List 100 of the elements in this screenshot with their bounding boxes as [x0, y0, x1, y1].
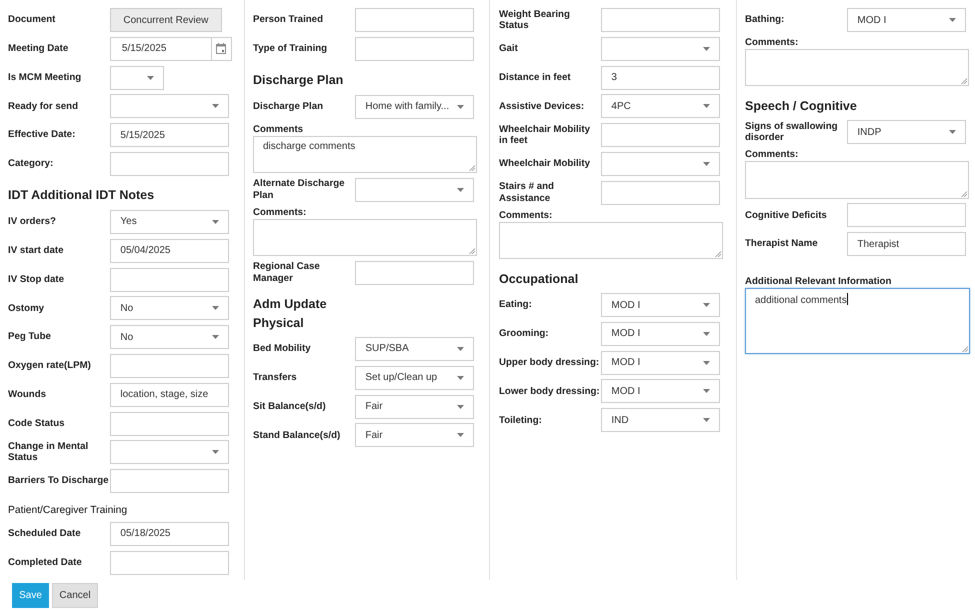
caret-icon [702, 46, 710, 51]
date-field[interactable]: 5/15/2025 [110, 36, 212, 61]
resize-grip-icon [715, 251, 721, 258]
caret-icon [948, 130, 956, 134]
calendar-button[interactable] [212, 36, 232, 61]
field-label: Scheduled Date [8, 528, 81, 540]
dropdown[interactable]: No [110, 296, 229, 320]
text-field[interactable]: 3 [600, 66, 720, 90]
field-label: Lower body dressing: [499, 386, 600, 397]
text-field[interactable]: 05/04/2025 [110, 238, 229, 263]
text-area[interactable] [745, 48, 969, 86]
text-area[interactable]: discharge comments [253, 136, 477, 174]
dropdown[interactable]: Yes [110, 210, 229, 234]
field-label: Code Status [8, 418, 65, 429]
dropdown[interactable]: Home with family... [354, 94, 474, 119]
dropdown[interactable]: Fair [354, 394, 474, 419]
text-field[interactable] [110, 268, 229, 292]
resize-grip-icon [962, 346, 968, 352]
field-label: IV Stop date [8, 274, 64, 285]
resize-grip-icon [961, 78, 967, 84]
caret-icon [212, 450, 219, 454]
resize-grip-icon [469, 248, 475, 254]
section-heading: Occupational [499, 270, 578, 288]
dropdown[interactable] [354, 178, 474, 202]
text-field[interactable] [110, 469, 229, 494]
dropdown[interactable] [600, 36, 720, 61]
field-label: Comments: [745, 149, 798, 160]
text-field[interactable]: Therapist [846, 232, 966, 256]
section-heading: Speech / Cognitive [745, 98, 857, 115]
text-field[interactable] [846, 203, 966, 228]
dropdown[interactable]: No [110, 325, 229, 350]
dropdown[interactable]: Fair [354, 423, 474, 448]
text-field[interactable] [354, 8, 474, 32]
dropdown[interactable]: Set up/Clean up [354, 366, 474, 390]
dropdown[interactable]: 4PC [600, 94, 720, 118]
dropdown[interactable] [110, 66, 164, 90]
field-label: IV orders? [8, 216, 56, 228]
field-label: Wounds [8, 389, 46, 400]
field-label: Change in Mental Status [8, 440, 88, 464]
text-field[interactable] [110, 152, 229, 176]
caret-icon [702, 162, 710, 166]
text-area[interactable] [745, 161, 969, 199]
field-label: Comments: [745, 36, 798, 48]
text-area[interactable] [499, 222, 723, 260]
text-field[interactable] [600, 123, 720, 148]
section-heading: Discharge Plan [253, 72, 344, 90]
field-label: Grooming: [499, 328, 549, 340]
field-label: Wheelchair Mobility [499, 158, 590, 170]
dropdown[interactable]: INDP [846, 120, 966, 144]
dropdown[interactable]: MOD I [600, 322, 720, 346]
text-area[interactable] [253, 218, 477, 256]
field-label: Comments: [253, 206, 306, 218]
dropdown[interactable] [110, 440, 229, 464]
text-area[interactable]: additional comments [745, 288, 970, 354]
text-field[interactable]: location, stage, size [110, 382, 229, 407]
dropdown[interactable]: MOD I [600, 350, 720, 375]
caret-icon [702, 332, 710, 336]
field-label: Additional Relevant Information [745, 276, 892, 287]
document-button[interactable]: Concurrent Review [110, 8, 222, 32]
dropdown[interactable]: IND [600, 408, 720, 432]
field-label: Effective Date: [8, 129, 76, 140]
group-label: Patient/Caregiver Training [8, 505, 128, 518]
caret-icon [146, 76, 154, 80]
text-field[interactable] [110, 550, 229, 575]
dropdown[interactable]: MOD I [600, 293, 720, 318]
field-label: Discharge Plan [253, 101, 323, 112]
caret-icon [456, 104, 464, 109]
text-cursor-icon [846, 292, 848, 305]
text-field[interactable] [600, 8, 720, 32]
field-label: Regional Case Manager [253, 261, 320, 284]
field-label: Wheelchair Mobility in feet [499, 124, 590, 146]
caret-icon [456, 433, 464, 438]
dropdown[interactable] [600, 152, 720, 176]
caret-icon [702, 104, 710, 108]
field-label: IV start date [8, 245, 64, 256]
text-field[interactable]: 5/15/2025 [110, 123, 229, 148]
field-label: Comments: [499, 210, 552, 221]
field-label: Eating: [499, 299, 532, 310]
dropdown[interactable]: SUP/SBA [354, 336, 474, 361]
field-label: Oxygen rate(LPM) [8, 360, 91, 372]
field-label: Completed Date [8, 556, 82, 568]
resize-grip-icon [469, 165, 475, 172]
caret-icon [212, 104, 219, 108]
text-field[interactable] [110, 412, 229, 436]
section-heading: IDT Additional IDT Notes [8, 187, 154, 204]
text-field[interactable] [354, 36, 474, 61]
text-field[interactable] [600, 180, 720, 205]
caret-icon [456, 376, 464, 380]
caret-icon [702, 303, 710, 308]
field-label: Transfers [253, 372, 297, 383]
text-field[interactable] [110, 354, 229, 378]
dropdown[interactable] [110, 94, 229, 118]
field-label: Distance in feet [499, 72, 571, 83]
field-label: Stand Balance(s/d) [253, 430, 340, 441]
text-field[interactable]: 05/18/2025 [110, 522, 229, 546]
cancel-button[interactable]: Cancel [52, 583, 98, 608]
field-label: Ready for send [8, 100, 78, 112]
dropdown[interactable]: MOD I [600, 379, 720, 404]
text-field[interactable] [354, 260, 474, 285]
dropdown[interactable]: MOD I [846, 8, 966, 32]
